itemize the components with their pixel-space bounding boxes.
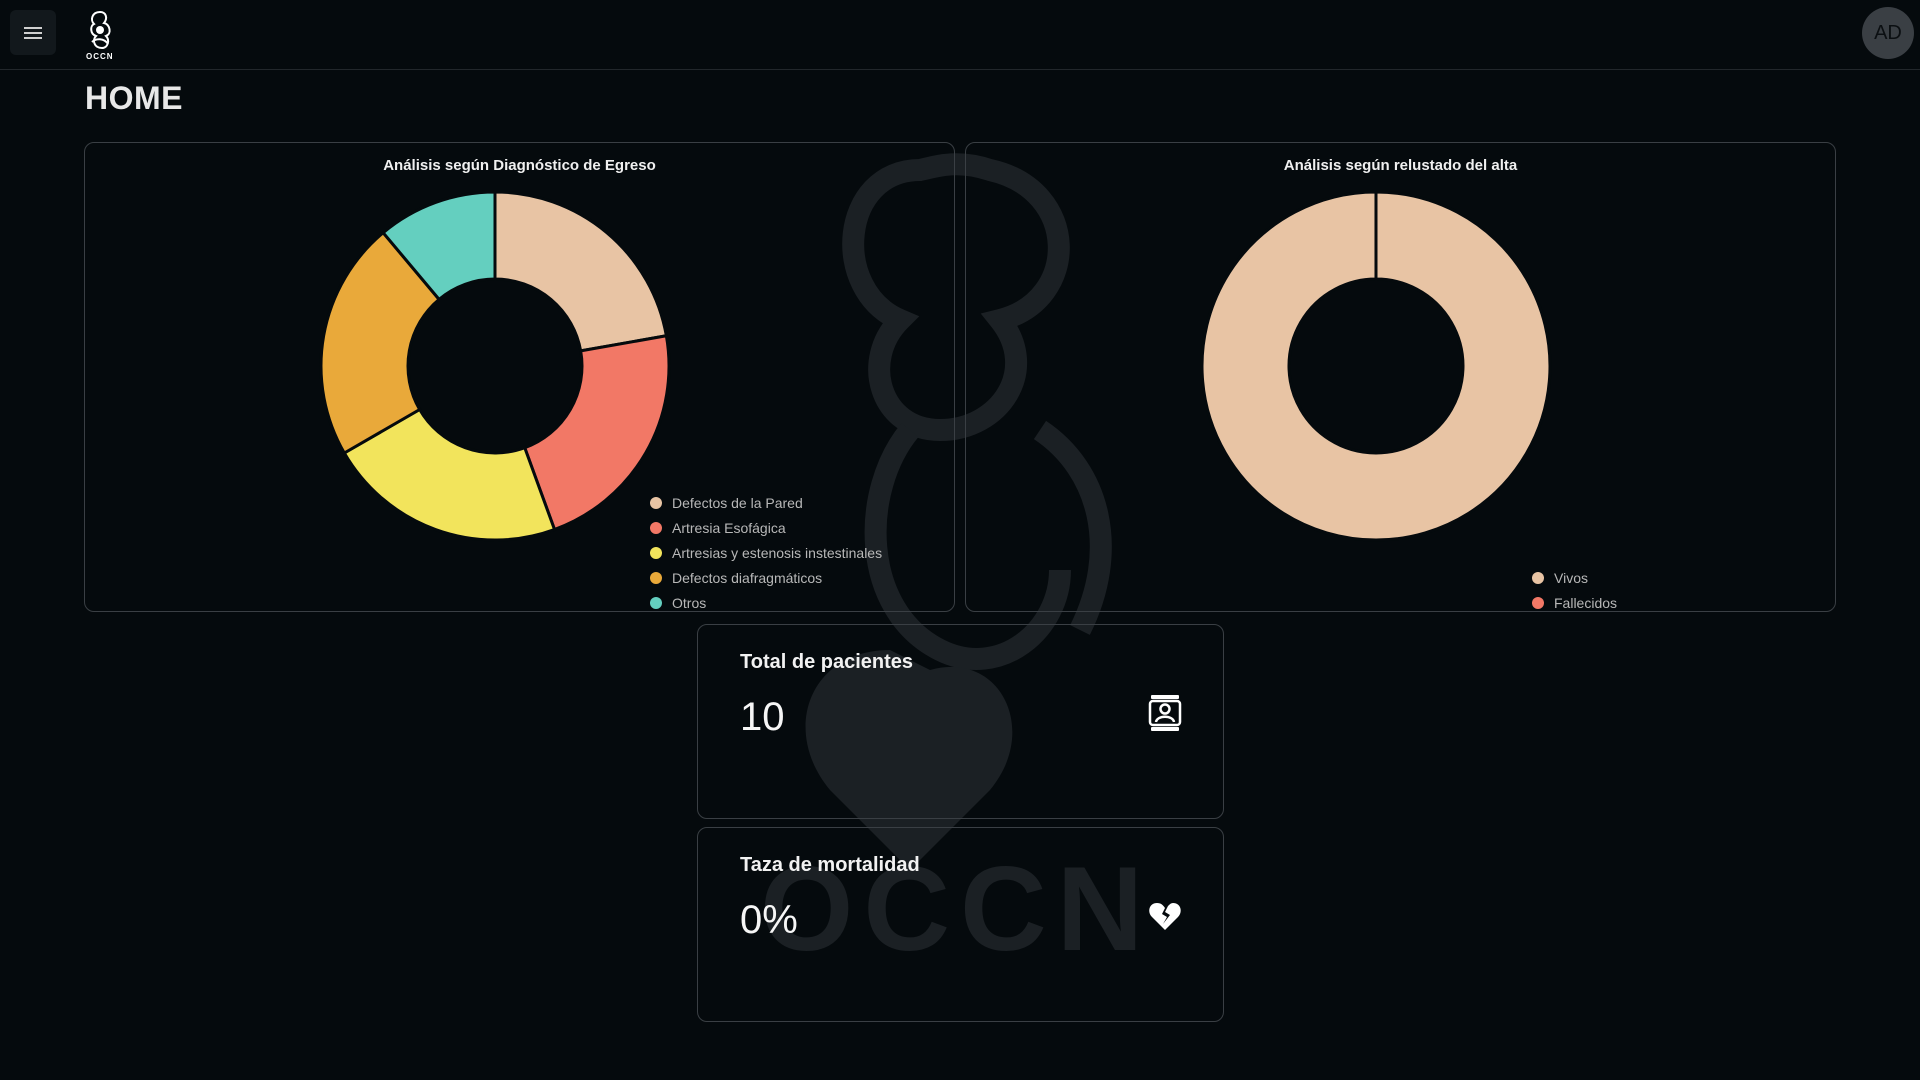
legend-label: Defectos diafragmáticos: [672, 569, 823, 586]
stat-value: 10: [740, 695, 785, 739]
stat-label: Taza de mortalidad: [740, 854, 920, 876]
legend-item[interactable]: Defectos diafragmáticos: [650, 565, 882, 590]
hamburger-menu-icon: [24, 26, 42, 39]
legend-item[interactable]: Fallecidos: [1532, 590, 1617, 615]
legend-color-dot: [1532, 571, 1544, 584]
legend-item[interactable]: Otros: [650, 590, 882, 615]
legend-label: Vivos: [1554, 569, 1588, 586]
legend-item[interactable]: Vivos: [1532, 565, 1617, 590]
stat-value: 0%: [740, 898, 798, 942]
legend-color-dot: [1532, 596, 1544, 609]
legend-label: Defectos de la Pared: [672, 494, 803, 511]
legend-item[interactable]: Artresias y estenosis instestinales: [650, 540, 882, 565]
logo-text: OCCN: [86, 52, 114, 61]
total-patients-card[interactable]: Total de pacientes 10: [697, 624, 1224, 819]
page-title: HOME: [85, 80, 183, 116]
chart-legend: Vivos Fallecidos: [1532, 565, 1617, 615]
donut-slice-vivos[interactable]: [1200, 190, 1552, 542]
patient-id-card-icon: [1148, 695, 1182, 731]
user-avatar[interactable]: AD: [1862, 7, 1914, 59]
donut-slice-artresia-esof-gica[interactable]: [522, 334, 671, 532]
top-bar: OCCN AD: [0, 0, 1920, 70]
alta-chart-panel: Análisis según relustado del alta Vivos F…: [965, 142, 1836, 612]
legend-color-dot: [650, 571, 662, 584]
legend-color-dot: [650, 496, 662, 509]
legend-color-dot: [650, 596, 662, 609]
broken-heart-icon: [1149, 903, 1181, 930]
legend-item[interactable]: Artresia Esofágica: [650, 515, 882, 540]
chart-legend: Defectos de la Pared Artresia Esofágica Ar…: [650, 490, 882, 615]
legend-item[interactable]: Defectos de la Pared: [650, 490, 882, 515]
legend-label: Otros: [672, 594, 707, 611]
alta-donut-chart: [1200, 190, 1552, 542]
donut-slice-defectos-de-la-pared[interactable]: [493, 190, 669, 353]
mortality-rate-card[interactable]: Taza de mortalidad 0%: [697, 827, 1224, 1022]
legend-label: Fallecidos: [1554, 594, 1618, 611]
legend-color-dot: [650, 521, 662, 534]
legend-label: Artresia Esofágica: [672, 519, 786, 536]
occn-logo[interactable]: OCCN: [80, 8, 120, 64]
stat-label: Total de pacientes: [740, 651, 914, 673]
legend-color-dot: [650, 546, 662, 559]
diagnostico-chart-panel: Análisis según Diagnóstico de Egreso Def…: [84, 142, 955, 612]
legend-label: Artresias y estenosis instestinales: [672, 544, 883, 561]
hamburger-menu-button[interactable]: [10, 10, 56, 55]
